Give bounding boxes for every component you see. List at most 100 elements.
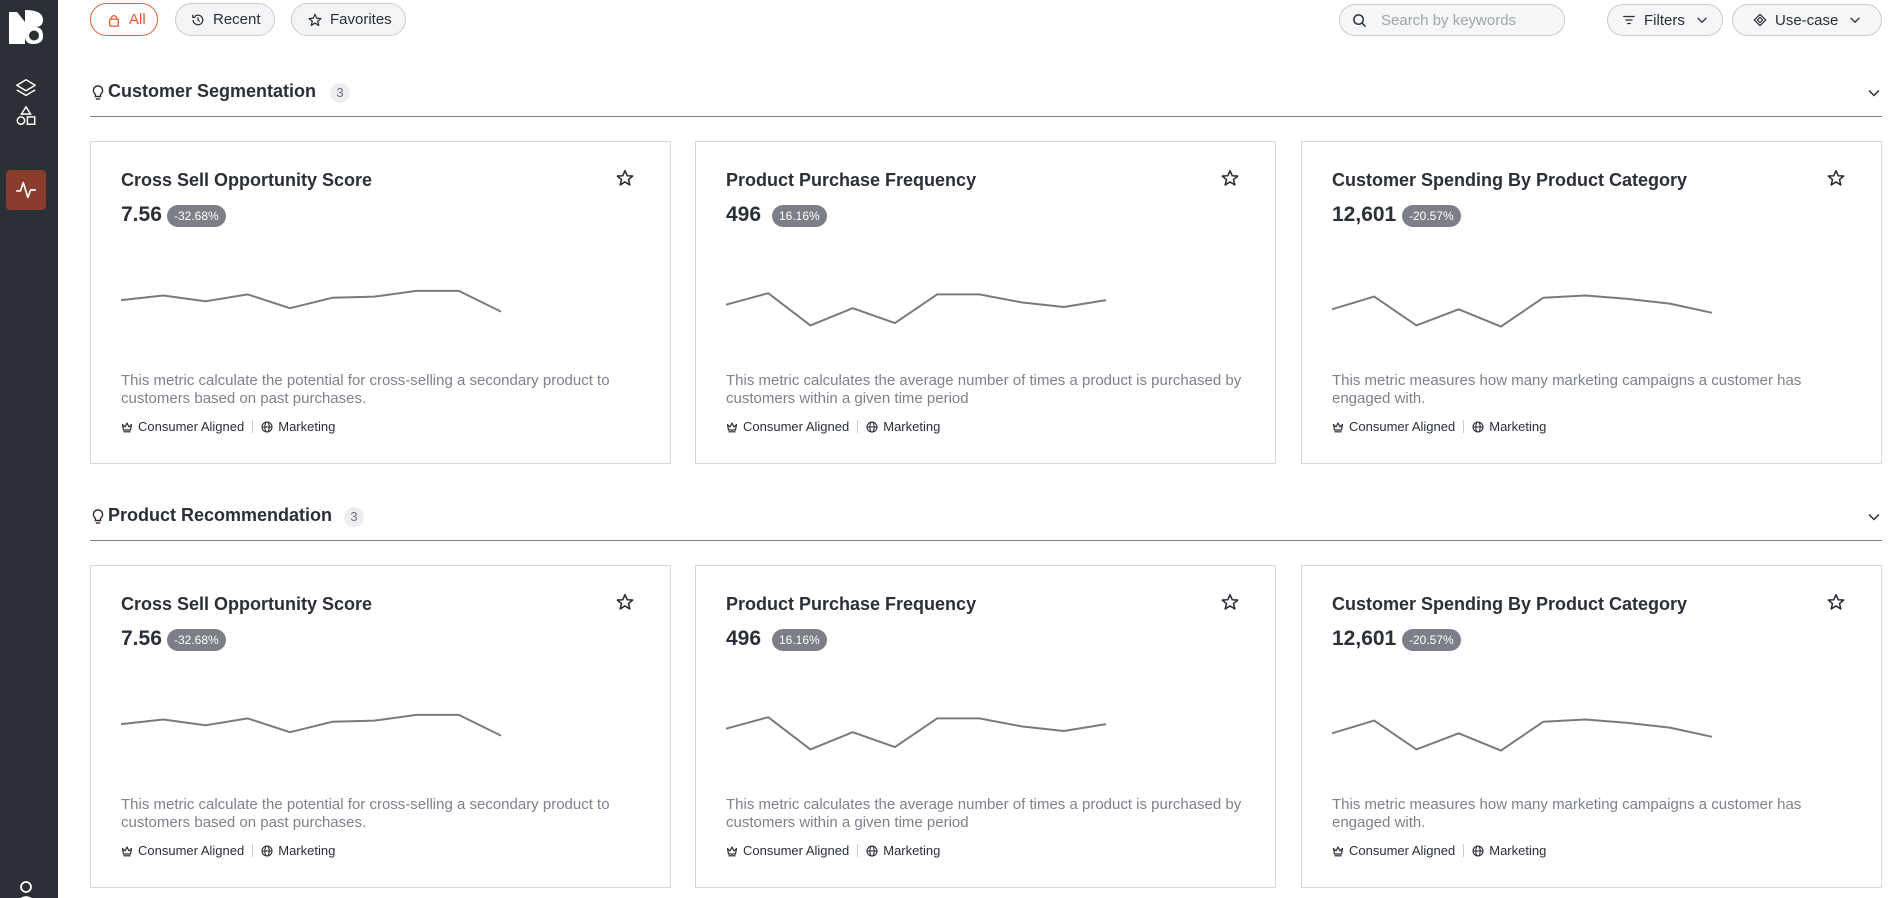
sparkline-series <box>725 292 1107 327</box>
globe-icon <box>261 844 273 857</box>
tag-label: Marketing <box>278 419 336 434</box>
tag-divider <box>857 420 859 433</box>
tag-label: Consumer Aligned <box>1349 419 1456 434</box>
crown-icon <box>726 421 738 432</box>
sparkline-series <box>1331 718 1713 752</box>
chevron-down-icon[interactable] <box>1866 85 1882 101</box>
tag-consumer-aligned: Consumer Aligned <box>121 843 244 858</box>
metric-card[interactable]: Product Purchase Frequency 496 16.16% Th… <box>695 141 1276 464</box>
metric-description: This metric measures how many marketing … <box>1332 372 1802 407</box>
metric-delta-badge: 16.16% <box>772 205 827 227</box>
lightbulb-icon <box>92 85 104 100</box>
metric-value: 12,601 <box>1332 203 1397 226</box>
crown-icon <box>121 421 133 432</box>
search-box[interactable] <box>1339 4 1565 36</box>
tab-recent[interactable]: Recent <box>175 3 275 36</box>
metric-description: This metric calculate the potential for … <box>121 796 610 831</box>
tab-favorites[interactable]: Favorites <box>291 3 406 36</box>
metric-delta-badge: -32.68% <box>167 629 226 651</box>
tag-consumer-aligned: Consumer Aligned <box>726 419 849 434</box>
tab-favorites-label: Favorites <box>330 11 392 28</box>
metric-card[interactable]: Customer Spending By Product Category 12… <box>1301 141 1882 464</box>
metric-tags: Consumer Aligned Marketing <box>1332 843 1546 858</box>
tag-divider <box>857 844 859 857</box>
user-icon[interactable] <box>14 880 38 898</box>
nav-item-shapes[interactable] <box>6 96 46 136</box>
chevron-down-icon[interactable] <box>1866 509 1882 525</box>
section-divider <box>90 116 1882 117</box>
metric-title: Customer Spending By Product Category <box>1332 594 1688 614</box>
chevron-down-icon <box>1850 17 1861 24</box>
metric-value: 496 <box>726 203 762 226</box>
metric-card[interactable]: Customer Spending By Product Category 12… <box>1301 565 1882 888</box>
tag-label: Marketing <box>1489 843 1547 858</box>
metric-value: 12,601 <box>1332 627 1397 650</box>
tag-marketing: Marketing <box>1472 843 1546 858</box>
metric-title: Cross Sell Opportunity Score <box>121 170 373 190</box>
tag-divider <box>252 420 254 433</box>
star-icon[interactable] <box>616 593 634 611</box>
search-input[interactable] <box>1381 11 1551 29</box>
tag-consumer-aligned: Consumer Aligned <box>121 419 244 434</box>
brand-logo-icon[interactable] <box>9 10 43 44</box>
tag-label: Consumer Aligned <box>743 843 850 858</box>
usecase-label: Use-case <box>1775 11 1839 29</box>
star-icon[interactable] <box>616 169 634 187</box>
sidebar <box>0 0 58 898</box>
sparkline-series <box>1331 294 1713 328</box>
metric-value: 496 <box>726 627 762 650</box>
tag-consumer-aligned: Consumer Aligned <box>1332 843 1455 858</box>
star-icon[interactable] <box>1221 169 1239 187</box>
star-icon[interactable] <box>1221 593 1239 611</box>
section-header: Product Recommendation 3 <box>90 503 1882 533</box>
metric-description: This metric calculate the potential for … <box>121 372 610 407</box>
tag-label: Marketing <box>278 843 336 858</box>
metric-card[interactable]: Product Purchase Frequency 496 16.16% Th… <box>695 565 1276 888</box>
metric-tags: Consumer Aligned Marketing <box>121 843 335 858</box>
tag-label: Marketing <box>1489 419 1547 434</box>
metric-title: Product Purchase Frequency <box>726 170 977 190</box>
metric-tags: Consumer Aligned Marketing <box>726 843 940 858</box>
sparkline-chart <box>1331 718 1713 752</box>
tag-label: Consumer Aligned <box>743 419 850 434</box>
crown-icon <box>726 845 738 856</box>
tag-label: Marketing <box>883 419 941 434</box>
metric-delta-badge: -20.57% <box>1402 629 1461 651</box>
section-divider <box>90 540 1882 541</box>
diamond-grid-icon <box>1753 13 1767 27</box>
star-icon[interactable] <box>1827 593 1845 611</box>
section-title: Product Recommendation <box>108 505 333 525</box>
tag-consumer-aligned: Consumer Aligned <box>726 843 849 858</box>
metric-card[interactable]: Cross Sell Opportunity Score 7.56 -32.68… <box>90 565 671 888</box>
tag-marketing: Marketing <box>866 843 940 858</box>
tag-label: Consumer Aligned <box>138 419 245 434</box>
metric-description: This metric calculates the average numbe… <box>726 372 1242 407</box>
globe-icon <box>1472 844 1484 857</box>
search-icon <box>1353 13 1367 27</box>
tab-recent-label: Recent <box>213 11 261 28</box>
filter-icon <box>1623 15 1635 25</box>
metric-card[interactable]: Cross Sell Opportunity Score 7.56 -32.68… <box>90 141 671 464</box>
tag-marketing: Marketing <box>261 843 335 858</box>
tab-all[interactable]: All <box>90 3 158 36</box>
nav-item-activity[interactable] <box>6 170 46 210</box>
section-header: Customer Segmentation 3 <box>90 79 1882 109</box>
metric-description: This metric calculates the average numbe… <box>726 796 1242 831</box>
tag-marketing: Marketing <box>261 419 335 434</box>
tag-label: Consumer Aligned <box>1349 843 1456 858</box>
star-icon[interactable] <box>1827 169 1845 187</box>
chevron-down-icon <box>1697 17 1707 24</box>
filters-dropdown[interactable]: Filters <box>1607 4 1723 36</box>
globe-icon <box>866 420 878 433</box>
crown-icon <box>1332 845 1344 856</box>
sparkline-chart <box>120 713 502 737</box>
filters-label: Filters <box>1644 11 1685 29</box>
sparkline-chart <box>120 289 502 313</box>
metric-description: This metric measures how many marketing … <box>1332 796 1802 831</box>
sparkline-series <box>725 716 1107 751</box>
metric-title: Product Purchase Frequency <box>726 594 977 614</box>
usecase-dropdown[interactable]: Use-case <box>1732 4 1882 36</box>
metric-tags: Consumer Aligned Marketing <box>726 419 940 434</box>
sparkline-series <box>120 289 502 313</box>
metric-title: Customer Spending By Product Category <box>1332 170 1688 190</box>
